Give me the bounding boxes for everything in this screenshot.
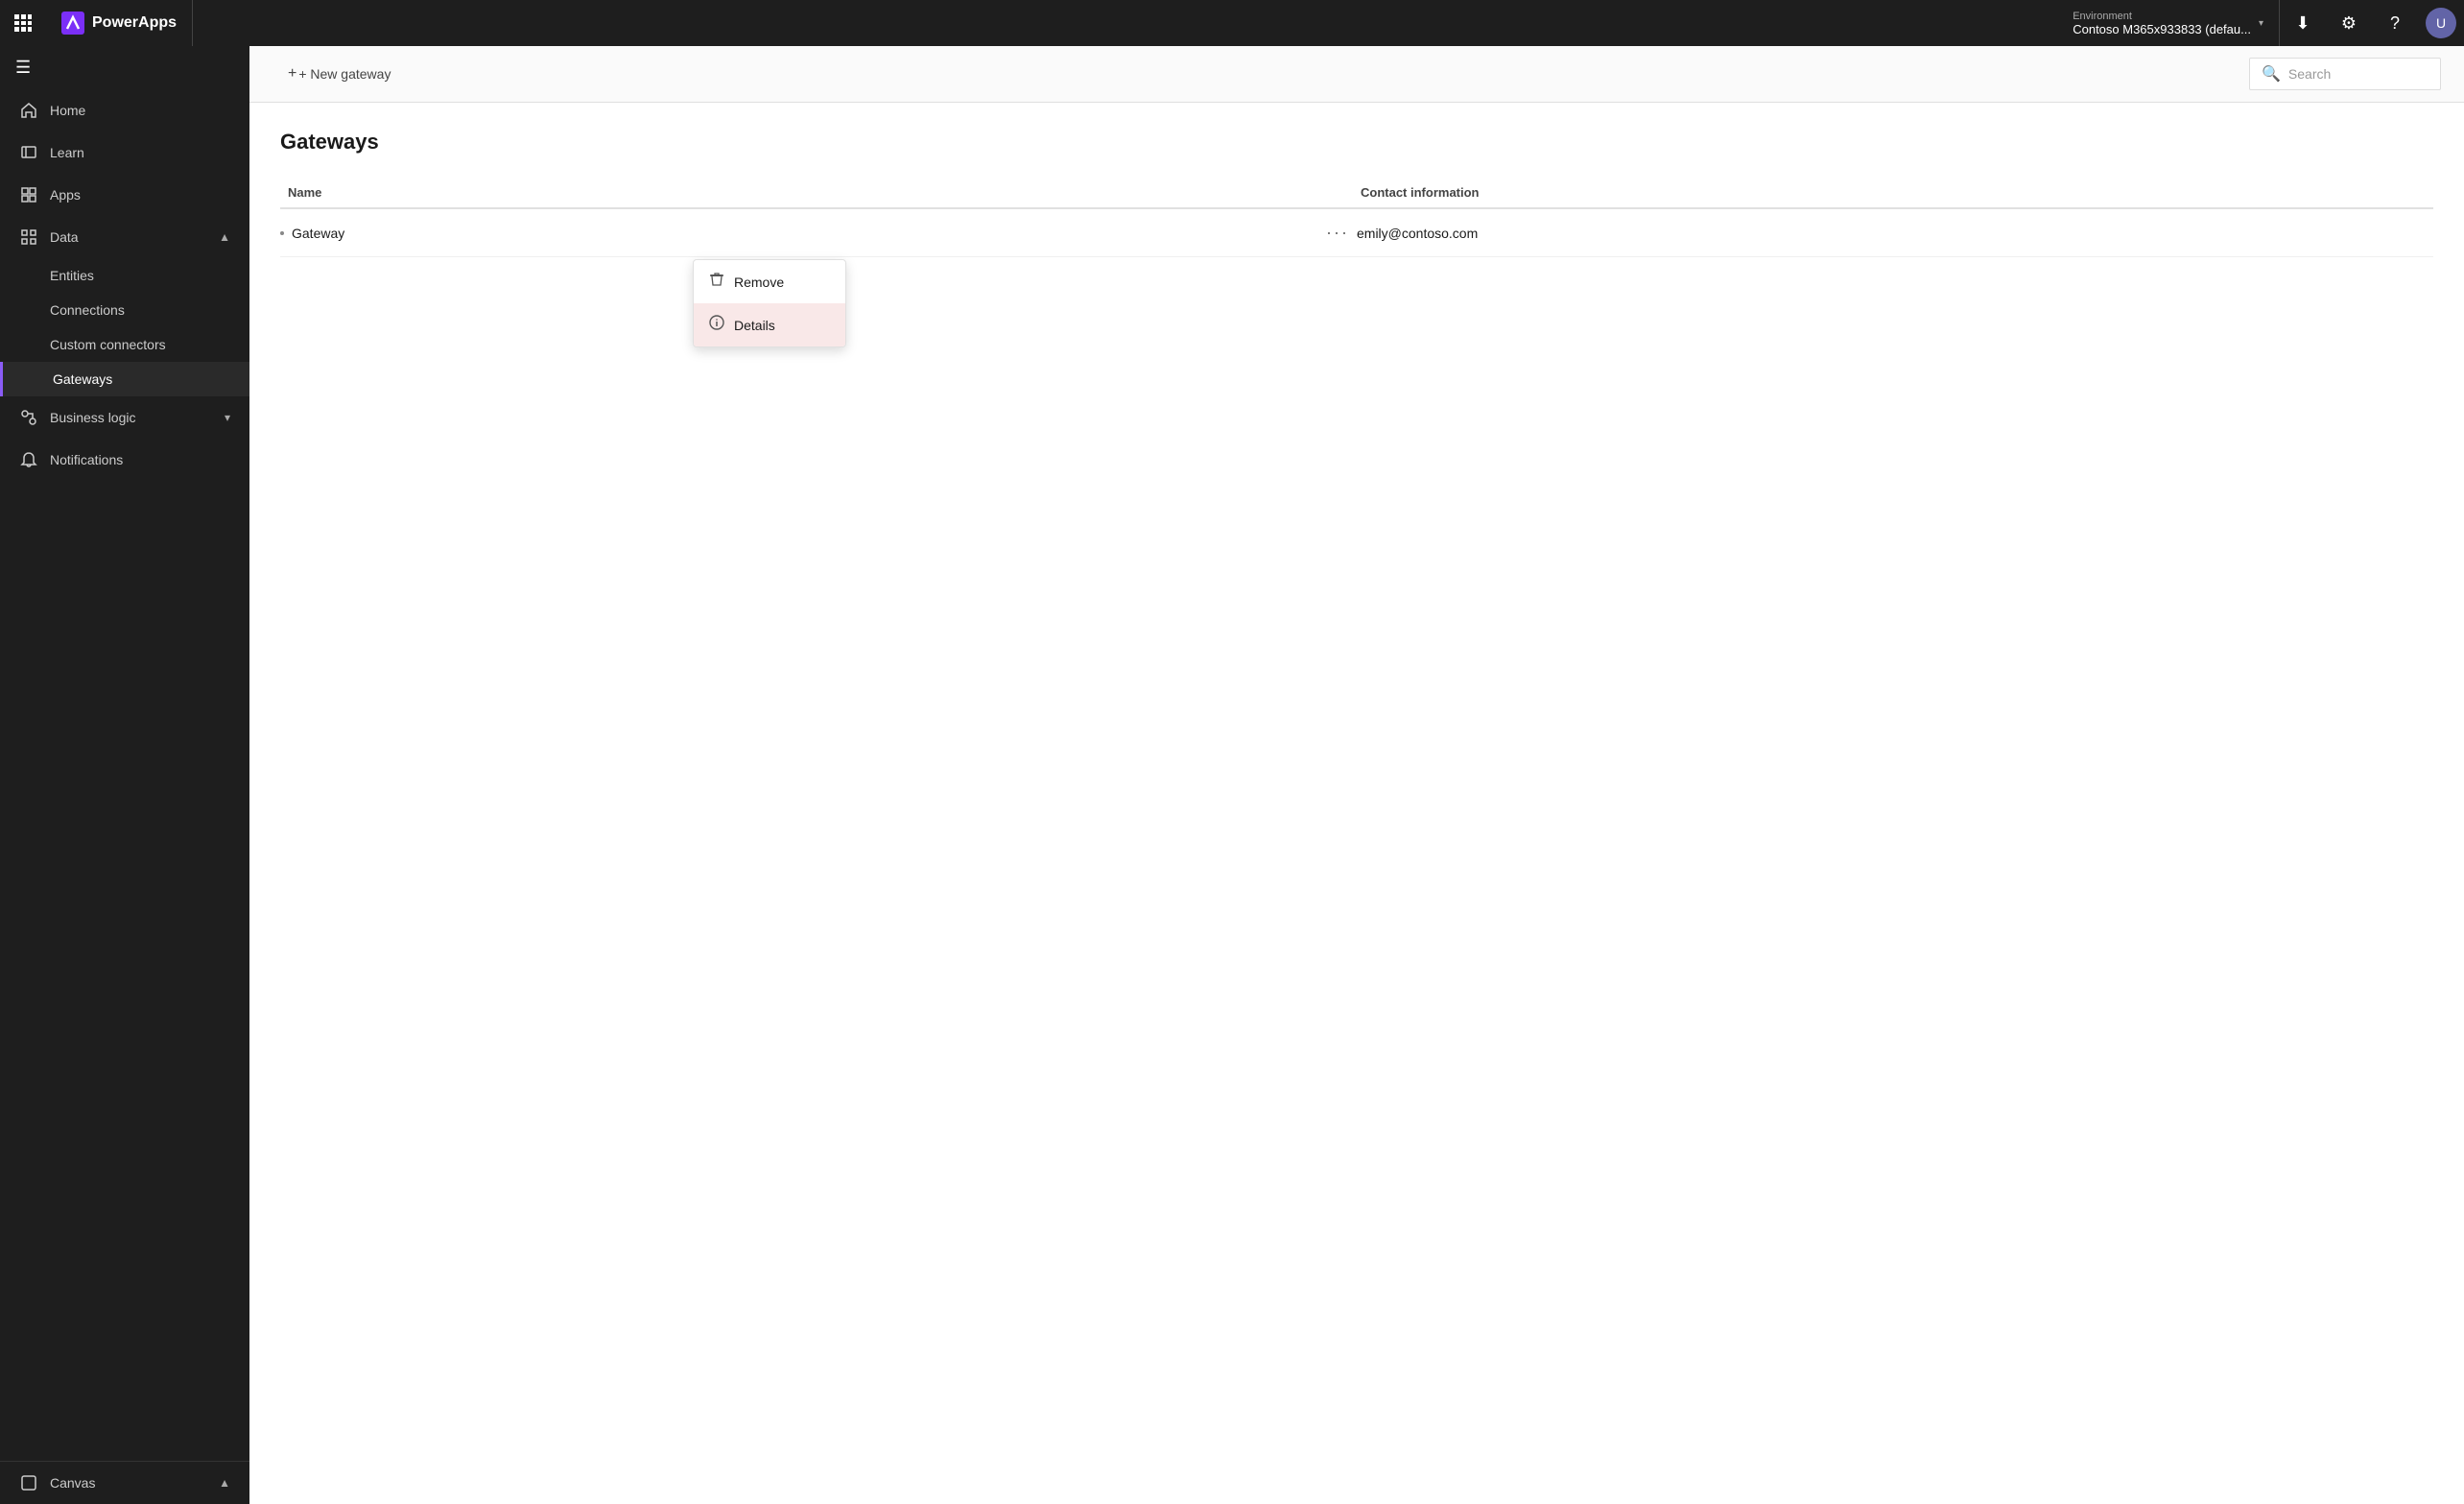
plus-icon: + <box>288 65 296 83</box>
sidebar-sub-gateways[interactable]: Gateways <box>0 362 249 396</box>
sidebar-item-apps-label: Apps <box>50 187 230 203</box>
topbar: PowerApps Environment Contoso M365x93383… <box>0 0 2464 46</box>
sidebar-sub-gateways-label: Gateways <box>53 371 112 387</box>
table-row: Gateway ··· emily@contoso.com <box>280 209 2433 257</box>
new-gateway-button[interactable]: + + New gateway <box>272 58 406 90</box>
row-indicator <box>280 231 284 235</box>
sidebar-bottom-canvas-label: Canvas <box>50 1475 219 1491</box>
col-contact-header: Contact information <box>1361 185 2433 200</box>
canvas-icon <box>19 1473 38 1492</box>
sidebar-sub-connections[interactable]: Connections <box>0 293 249 327</box>
cursor-dot <box>742 346 769 347</box>
env-name: Contoso M365x933833 (defau... <box>2073 22 2251 36</box>
row-contact-cell: emily@contoso.com <box>1357 226 2433 241</box>
remove-label: Remove <box>734 275 784 290</box>
sidebar-bottom: Canvas ▲ <box>0 1461 249 1504</box>
download-button[interactable]: ⬇ <box>2280 0 2326 46</box>
table-header: Name Contact information <box>280 178 2433 209</box>
details-icon <box>709 315 724 335</box>
chevron-up-icon: ▲ <box>219 230 230 244</box>
new-gateway-label: + New gateway <box>298 66 391 82</box>
sidebar-item-business-logic-label: Business logic <box>50 410 225 425</box>
sidebar-item-notifications[interactable]: Notifications <box>0 439 249 481</box>
notifications-icon <box>19 450 38 469</box>
sidebar-item-home-label: Home <box>50 103 230 118</box>
sidebar: ☰ Home Learn Apps Data ▲ <box>0 46 249 1504</box>
sidebar-sub-entities[interactable]: Entities <box>0 258 249 293</box>
sidebar-item-business-logic[interactable]: Business logic ▾ <box>0 396 249 439</box>
home-icon <box>19 101 38 120</box>
waffle-button[interactable] <box>0 0 46 46</box>
settings-button[interactable]: ⚙ <box>2326 0 2372 46</box>
details-label: Details <box>734 318 775 333</box>
brand: PowerApps <box>46 0 193 46</box>
chevron-up-icon-canvas: ▲ <box>219 1476 230 1490</box>
sidebar-item-notifications-label: Notifications <box>50 452 230 467</box>
sidebar-sub-entities-label: Entities <box>50 268 94 283</box>
sidebar-item-apps[interactable]: Apps <box>0 174 249 216</box>
remove-icon <box>709 272 724 292</box>
sidebar-item-learn[interactable]: Learn <box>0 131 249 174</box>
env-label: Environment <box>2073 11 2251 22</box>
toolbar: + + New gateway 🔍 Search <box>249 46 2464 103</box>
environment-selector[interactable]: Environment Contoso M365x933833 (defau..… <box>2057 0 2280 46</box>
search-bar[interactable]: 🔍 Search <box>2249 58 2441 90</box>
help-button[interactable]: ? <box>2372 0 2418 46</box>
topbar-actions: ⬇ ⚙ ? U <box>2280 0 2464 46</box>
sidebar-item-data-label: Data <box>50 229 219 245</box>
sidebar-toggle[interactable]: ☰ <box>0 46 249 89</box>
search-placeholder: Search <box>2288 66 2331 82</box>
col-name-header: Name <box>280 185 1361 200</box>
page-content: Gateways Name Contact information Gatewa… <box>249 103 2464 1504</box>
sidebar-sub-custom-connectors[interactable]: Custom connectors <box>0 327 249 362</box>
sidebar-item-learn-label: Learn <box>50 145 230 160</box>
search-icon: 🔍 <box>2262 64 2281 84</box>
sidebar-sub-connections-label: Connections <box>50 302 125 318</box>
sidebar-item-data[interactable]: Data ▲ <box>0 216 249 258</box>
apps-icon <box>19 185 38 204</box>
gateway-name: Gateway <box>292 226 1318 241</box>
learn-icon <box>19 143 38 162</box>
sidebar-item-home[interactable]: Home <box>0 89 249 131</box>
chevron-down-icon-bl: ▾ <box>225 411 230 424</box>
data-icon <box>19 227 38 247</box>
page-title: Gateways <box>280 130 2433 155</box>
sidebar-sub-custom-connectors-label: Custom connectors <box>50 337 166 352</box>
context-menu-remove[interactable]: Remove <box>694 260 845 303</box>
brand-title: PowerApps <box>92 14 177 32</box>
business-logic-icon <box>19 408 38 427</box>
content-area: + + New gateway 🔍 Search Gateways Name C… <box>249 46 2464 1504</box>
context-menu-details[interactable]: Details <box>694 303 845 346</box>
chevron-down-icon: ▾ <box>2259 18 2263 29</box>
main-layout: ☰ Home Learn Apps Data ▲ <box>0 46 2464 1504</box>
more-options-button[interactable]: ··· <box>1318 223 1357 243</box>
avatar[interactable]: U <box>2426 8 2456 38</box>
row-name-cell: Gateway ··· <box>280 223 1357 243</box>
sidebar-bottom-canvas[interactable]: Canvas ▲ <box>0 1462 249 1504</box>
context-menu: Remove Details <box>693 259 846 347</box>
toolbar-right: 🔍 Search <box>2249 58 2441 90</box>
